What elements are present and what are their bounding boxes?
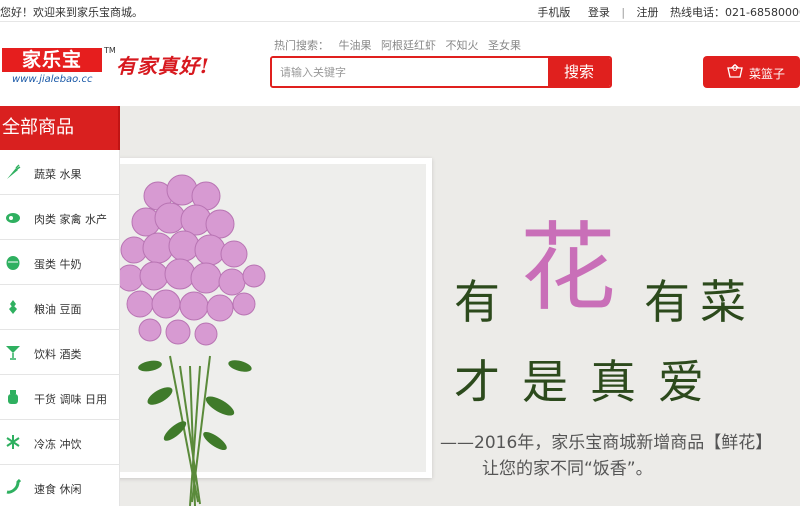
top-separator: |: [621, 6, 626, 19]
cart-count: 0: [732, 64, 738, 74]
hot-search-item[interactable]: 圣女果: [488, 39, 521, 52]
category-eggs-milk[interactable]: 蛋类 牛奶: [0, 240, 120, 285]
category-menu: 蔬菜 水果 肉类 家禽 水产 蛋类 牛奶 粮油 豆面 饮料 酒类 干货 调味 日…: [0, 150, 120, 506]
category-snacks[interactable]: 速食 休闲: [0, 465, 120, 506]
category-label: 肉类 家禽 水产: [34, 213, 107, 226]
headline-line2: 才是真爱: [454, 355, 726, 409]
category-label: 干货 调味 日用: [34, 393, 107, 406]
logo-trademark: TM: [104, 46, 116, 55]
hot-search-item[interactable]: 牛油果: [339, 39, 372, 52]
grain-icon: [9, 300, 17, 314]
mobile-link[interactable]: 手机版: [537, 6, 570, 19]
site-logo[interactable]: 家乐宝 TM www.jialebao.cc: [0, 46, 120, 100]
top-bar: 您好！欢迎来到家乐宝商城。 手机版 登录 | 注册 热线电话：021-68580…: [0, 0, 800, 22]
headline-char-you: 有: [454, 275, 500, 329]
logo-wordmark: 家乐宝: [2, 48, 102, 72]
snowflake-icon: [6, 435, 20, 449]
slogan: 有家真好!: [116, 54, 210, 78]
hot-search-item[interactable]: 阿根廷红虾: [381, 39, 436, 52]
all-products-title[interactable]: 全部商品: [0, 106, 120, 150]
search-input[interactable]: [272, 58, 548, 86]
register-link[interactable]: 注册: [637, 6, 659, 19]
pepper-icon: [6, 479, 21, 494]
egg-icon: [6, 256, 20, 270]
banner-subtitle-1: ——2016年，家乐宝商城新增商品【鲜花】: [440, 433, 773, 453]
meat-icon: [6, 213, 20, 223]
hot-search: 热门搜索： 牛油果 阿根廷红虾 不知火 圣女果: [274, 37, 527, 53]
hot-search-item[interactable]: 不知火: [446, 39, 479, 52]
hot-search-label: 热门搜索：: [274, 39, 329, 52]
category-label: 冷冻 冲饮: [34, 438, 82, 451]
cart-button[interactable]: 0 菜篮子: [703, 56, 800, 88]
cocktail-icon: [6, 346, 20, 360]
cart-label: 菜篮子: [749, 67, 786, 81]
login-link[interactable]: 登录: [588, 6, 610, 19]
search-button[interactable]: 搜索: [548, 58, 610, 86]
hotline-text: 热线电话：021-68580000: [670, 6, 800, 19]
category-drinks-liquor[interactable]: 饮料 酒类: [0, 330, 120, 375]
headline-char-hua: 花: [520, 212, 616, 324]
category-frozen-beverages[interactable]: 冷冻 冲饮: [0, 420, 120, 465]
jar-icon: [8, 390, 18, 404]
category-vegetables-fruits[interactable]: 蔬菜 水果: [0, 150, 120, 195]
category-label: 蛋类 牛奶: [34, 258, 82, 271]
top-links: 手机版 登录 | 注册 热线电话：021-68580000: [529, 4, 800, 20]
category-meat-poultry-seafood[interactable]: 肉类 家禽 水产: [0, 195, 120, 240]
search-bar: 搜索: [270, 56, 612, 88]
banner-subtitle-2: 让您的家不同“饭香”。: [482, 459, 653, 479]
headline-youcai: 有菜: [644, 275, 756, 329]
welcome-text: 您好！欢迎来到家乐宝商城。: [0, 6, 143, 19]
category-label: 蔬菜 水果: [34, 168, 82, 181]
category-label: 饮料 酒类: [34, 348, 82, 361]
carrot-icon: [7, 164, 21, 179]
category-dry-goods-seasoning[interactable]: 干货 调味 日用: [0, 375, 120, 420]
category-grain-oil[interactable]: 粮油 豆面: [0, 285, 120, 330]
category-label: 速食 休闲: [34, 483, 82, 496]
all-products-label: 全部商品: [2, 117, 74, 138]
logo-url: www.jialebao.cc: [12, 74, 93, 85]
promo-banner[interactable]: 有 花 有菜 才是真爱 ——2016年，家乐宝商城新增商品【鲜花】 让您的家不同…: [120, 106, 800, 506]
category-label: 粮油 豆面: [34, 303, 82, 316]
rose-bouquet-image: [120, 174, 266, 506]
header: 家乐宝 TM www.jialebao.cc 有家真好! 热门搜索： 牛油果 阿…: [0, 22, 800, 106]
